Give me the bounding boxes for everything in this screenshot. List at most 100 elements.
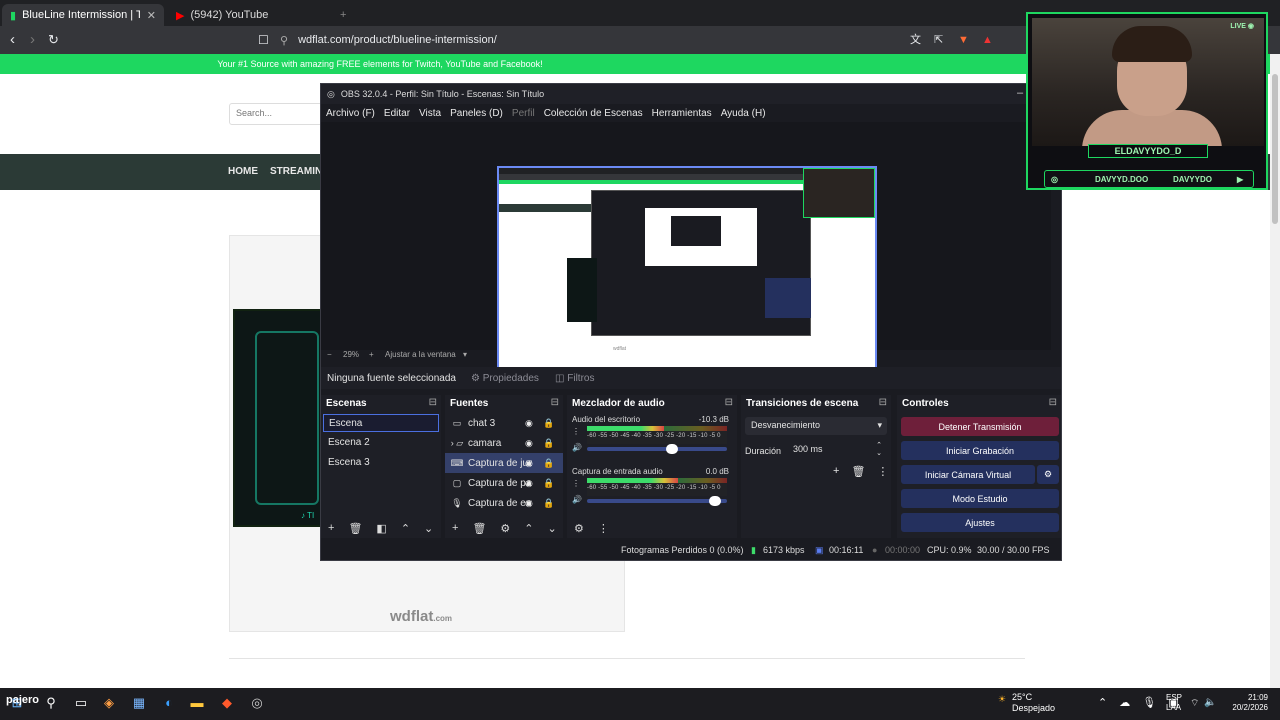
move-down-icon[interactable]: ⌄ — [424, 522, 433, 535]
scene-item[interactable]: Escena 2 — [323, 434, 439, 452]
eye-icon[interactable]: ◉ — [525, 418, 533, 429]
remove-scene-icon[interactable]: 🗑 — [348, 522, 362, 535]
nav-home[interactable]: HOME — [228, 166, 258, 177]
store-icon[interactable]: ▦ — [130, 694, 148, 712]
add-transition-icon[interactable]: + — [833, 465, 839, 478]
scene-item[interactable]: Escena 3 — [323, 454, 439, 472]
add-scene-icon[interactable]: + — [328, 522, 334, 534]
product-preview-image[interactable]: ♪ TI — [233, 309, 325, 527]
menu-paneles[interactable]: Paneles (D) — [450, 108, 503, 119]
properties-button[interactable]: ⚙ Propiedades — [471, 373, 539, 384]
menu-ayuda[interactable]: Ayuda (H) — [721, 108, 766, 119]
add-source-icon[interactable]: + — [452, 522, 458, 534]
scene-filters-icon[interactable]: ◧ — [376, 522, 386, 535]
network-icon[interactable]: ⌔ — [1190, 697, 1199, 710]
source-item[interactable]: ▭ chat 3 ◉ 🔒 — [445, 413, 563, 433]
scrollbar-thumb[interactable] — [1272, 74, 1278, 224]
tab-blueline[interactable]: ▮ BlueLine Intermission | Twitch an ✕ — [2, 4, 164, 26]
language-indicator[interactable]: ESP LAA — [1166, 693, 1182, 713]
dock-menu-icon[interactable]: ⊟ — [551, 397, 559, 408]
share-icon[interactable]: ⇱ — [934, 31, 943, 49]
fit-window-label[interactable]: Ajustar a la ventana — [385, 350, 456, 359]
address-bar[interactable]: ⚲ wdflat.com/product/blueline-intermissi… — [280, 30, 1020, 50]
source-item[interactable]: › ▱ camara ◉ 🔒 — [445, 433, 563, 453]
start-virtual-cam-button[interactable]: Iniciar Cámara Virtual — [901, 465, 1035, 484]
volume-knob[interactable] — [666, 444, 679, 454]
channel-menu-icon[interactable]: ⋮ — [572, 427, 580, 436]
move-up-icon[interactable]: ⌃ — [524, 522, 533, 535]
new-tab-button[interactable]: + — [332, 4, 352, 26]
tab-youtube[interactable]: ▶ (5942) YouTube — [168, 4, 326, 26]
eye-icon[interactable]: ◉ — [525, 438, 533, 449]
lock-icon[interactable]: 🔒 — [543, 478, 554, 489]
mixer-settings-icon[interactable]: ⚙ — [574, 522, 584, 535]
volume-knob[interactable] — [708, 496, 721, 506]
close-tab-icon[interactable]: ✕ — [147, 9, 156, 22]
filters-button[interactable]: ◫ Filtros — [555, 373, 594, 384]
speaker-icon[interactable]: 🔊 — [572, 443, 582, 452]
dock-menu-icon[interactable]: ⊟ — [1049, 397, 1057, 408]
brave-icon[interactable]: ◆ — [218, 694, 236, 712]
minimize-icon[interactable]: – — [1017, 87, 1023, 100]
start-recording-button[interactable]: Iniciar Grabación — [901, 441, 1059, 460]
back-icon[interactable]: ‹ — [10, 31, 15, 49]
mic-icon[interactable]: 🎙 — [1142, 696, 1156, 709]
translate-icon[interactable]: 文 — [910, 31, 921, 49]
zoom-dropdown-icon[interactable]: ▾ — [463, 350, 467, 359]
scene-item[interactable]: Escena — [323, 414, 439, 432]
cloud-icon[interactable]: ☁ — [1119, 696, 1130, 709]
source-item[interactable]: ▢ Captura de pantalla◉ 🔒 — [445, 473, 563, 493]
eye-icon[interactable]: ◉ — [525, 478, 533, 489]
menu-editar[interactable]: Editar — [384, 108, 410, 119]
reload-icon[interactable]: ↻ — [48, 31, 59, 49]
chevron-up-icon[interactable]: ⌃ — [1098, 696, 1107, 709]
move-up-icon[interactable]: ⌃ — [401, 522, 410, 535]
bookmark-icon[interactable]: ☐ — [258, 31, 269, 49]
source-item[interactable]: 🎙 Captura de entrada de audio◉ 🔒 — [445, 493, 563, 513]
move-down-icon[interactable]: ⌄ — [548, 522, 557, 535]
menu-perfil[interactable]: Perfil — [512, 108, 535, 119]
transition-menu-icon[interactable]: ⋮ — [877, 465, 888, 478]
obs-app-icon[interactable]: ◎ — [248, 694, 266, 712]
lock-icon[interactable]: 🔒 — [543, 498, 554, 509]
channel-menu-icon[interactable]: ⋮ — [572, 479, 580, 488]
speaker-icon[interactable]: 🔊 — [572, 495, 582, 504]
dock-menu-icon[interactable]: ⊟ — [725, 397, 733, 408]
site-info-icon[interactable]: ⚲ — [280, 34, 288, 47]
zoom-in-button[interactable]: + — [369, 350, 374, 359]
dock-menu-icon[interactable]: ⊟ — [429, 397, 437, 408]
spinner-icon[interactable]: ⌃ ⌄ — [876, 442, 882, 458]
virtual-cam-settings-icon[interactable]: ⚙ — [1037, 465, 1059, 484]
volume-slider[interactable] — [587, 496, 727, 506]
studio-mode-button[interactable]: Modo Estudio — [901, 489, 1059, 508]
source-item[interactable]: ⌨ Captura de juego◉ 🔒 — [445, 453, 563, 473]
weather-widget[interactable]: ☀ 25°C Despejado — [998, 692, 1055, 714]
eye-icon[interactable]: ◉ — [525, 498, 533, 509]
volume-slider[interactable] — [587, 444, 727, 454]
dock-menu-icon[interactable]: ⊟ — [879, 397, 887, 408]
transition-select[interactable]: Desvanecimiento ▾ — [745, 417, 887, 435]
brave-shield-icon[interactable]: ▼ — [958, 31, 969, 49]
source-settings-icon[interactable]: ⚙ — [500, 522, 510, 535]
remove-transition-icon[interactable]: 🗑 — [851, 465, 865, 478]
lock-icon[interactable]: 🔒 — [543, 418, 554, 429]
site-search-input[interactable]: Search... — [229, 103, 329, 125]
volume-icon[interactable]: 🔈 — [1204, 697, 1216, 708]
zoom-out-button[interactable]: − — [327, 350, 332, 359]
page-scrollbar[interactable] — [1270, 54, 1280, 688]
settings-button[interactable]: Ajustes — [901, 513, 1059, 532]
system-clock[interactable]: 21:09 20/2/2026 — [1228, 693, 1268, 713]
search-icon[interactable]: ⚲ — [42, 694, 60, 712]
menu-archivo[interactable]: Archivo (F) — [326, 108, 375, 119]
forward-icon[interactable]: › — [30, 31, 35, 49]
lock-icon[interactable]: 🔒 — [543, 458, 554, 469]
file-explorer-icon[interactable]: ▬ — [188, 694, 206, 712]
rewards-icon[interactable]: ▲ — [982, 31, 993, 49]
eye-icon[interactable]: ◉ — [525, 458, 533, 469]
menu-vista[interactable]: Vista — [419, 108, 441, 119]
duration-input[interactable]: 300 ms ⌃ ⌄ — [789, 441, 887, 459]
remove-source-icon[interactable]: 🗑 — [472, 522, 486, 535]
menu-coleccion[interactable]: Colección de Escenas — [544, 108, 643, 119]
task-view-icon[interactable]: ▭ — [72, 694, 90, 712]
stop-stream-button[interactable]: Detener Transmisión — [901, 417, 1059, 436]
